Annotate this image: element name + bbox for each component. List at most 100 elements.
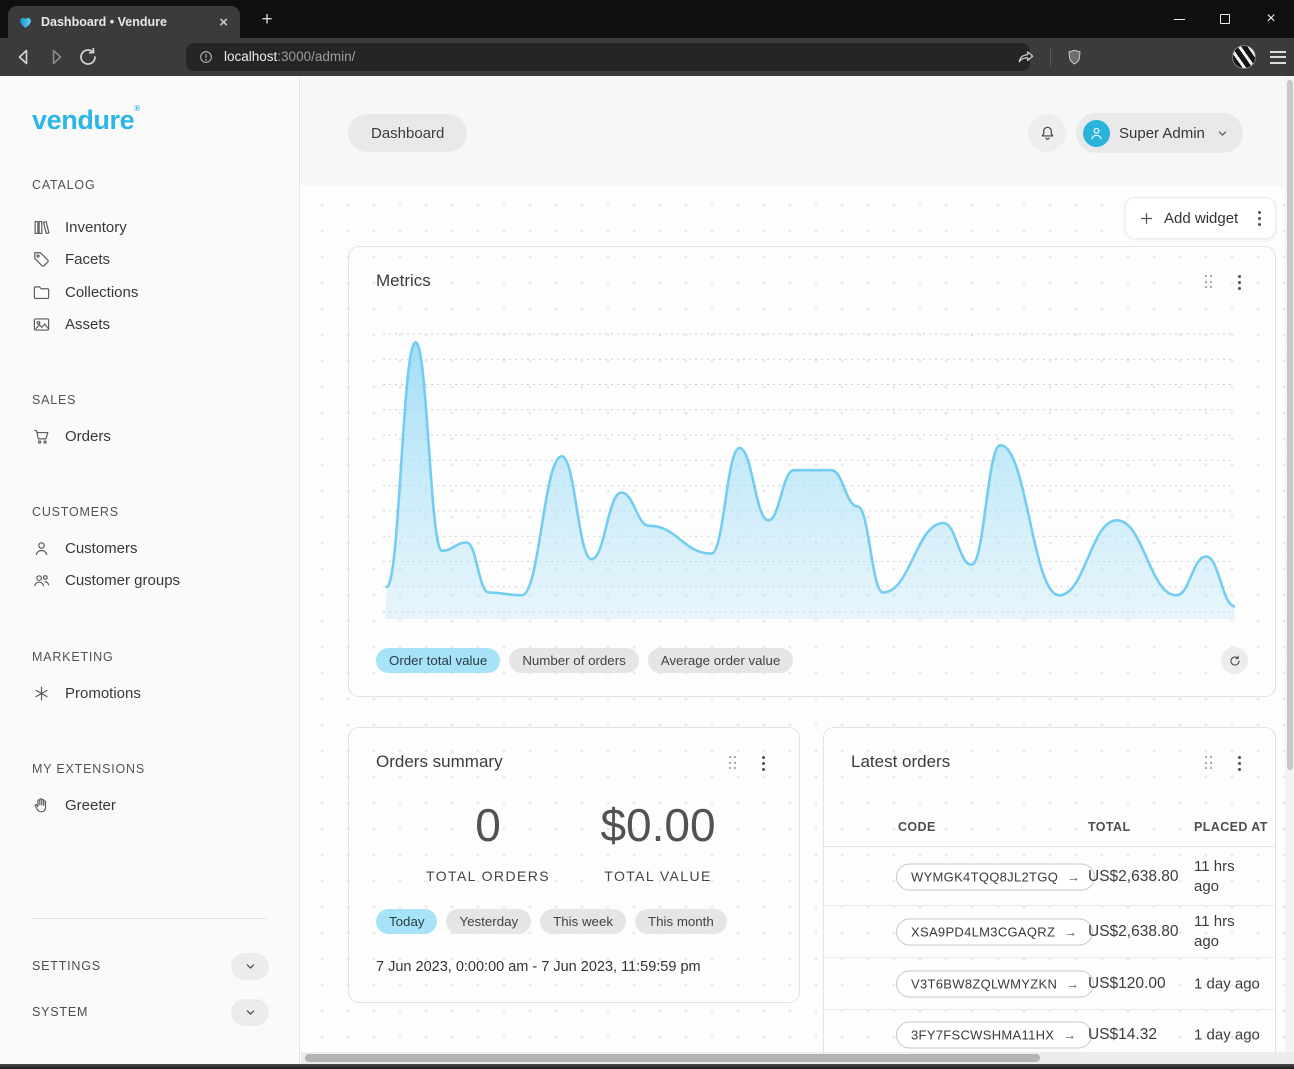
logo-mark: ® bbox=[134, 104, 140, 113]
table-row: WYMGK4TQQ8JL2TGQ→ US$2,638.80 11 hrs ago bbox=[824, 848, 1275, 906]
order-placed-at: 11 hrs ago bbox=[1194, 911, 1256, 952]
drag-handle-icon[interactable] bbox=[1205, 275, 1214, 289]
order-code-link[interactable]: 3FY7FSCWSHMA11HX→ bbox=[896, 1021, 1092, 1048]
sidebar-item-label: Assets bbox=[65, 316, 110, 333]
back-icon[interactable] bbox=[12, 45, 36, 69]
widget-menu-icon[interactable] bbox=[1236, 273, 1243, 292]
tag-icon bbox=[32, 250, 51, 269]
sidebar-item-collections[interactable]: Collections bbox=[0, 276, 299, 308]
widget-title: Latest orders bbox=[851, 752, 950, 772]
drag-handle-icon[interactable] bbox=[1205, 756, 1214, 770]
chevron-down-icon bbox=[243, 1005, 258, 1020]
system-expand-button[interactable] bbox=[231, 999, 269, 1026]
vendure-logo[interactable]: vendure® bbox=[32, 104, 140, 136]
sidebar-section-customers: CUSTOMERS bbox=[32, 505, 119, 519]
sidebar-item-orders[interactable]: Orders bbox=[0, 420, 299, 452]
vendure-favicon-icon bbox=[18, 15, 33, 30]
metrics-widget: Metrics Order total value Number of orde… bbox=[348, 246, 1276, 697]
widget-title: Metrics bbox=[376, 271, 431, 291]
order-code-link[interactable]: XSA9PD4LM3CGAQRZ→ bbox=[896, 918, 1093, 945]
sidebar-item-inventory[interactable]: Inventory bbox=[0, 211, 299, 243]
refresh-button[interactable] bbox=[1221, 647, 1248, 674]
stat-total-value: $0.00 TOTAL VALUE bbox=[558, 798, 758, 884]
browser-tab[interactable]: Dashboard • Vendure × bbox=[8, 6, 240, 38]
window-close-button[interactable]: × bbox=[1248, 0, 1294, 38]
sidebar-item-facets[interactable]: Facets bbox=[0, 243, 299, 275]
user-menu[interactable]: Super Admin bbox=[1076, 113, 1243, 153]
widget-menu-icon[interactable] bbox=[760, 754, 767, 773]
users-icon bbox=[32, 571, 51, 590]
horizontal-scrollbar-thumb[interactable] bbox=[305, 1054, 1040, 1062]
close-icon: × bbox=[1266, 11, 1275, 27]
arrow-right-icon: → bbox=[1067, 869, 1080, 884]
url-bar[interactable]: localhost:3000/admin/ bbox=[186, 43, 1030, 71]
asterisk-icon bbox=[32, 684, 51, 703]
new-tab-button[interactable]: + bbox=[256, 9, 278, 31]
notifications-button[interactable] bbox=[1028, 114, 1066, 152]
folder-icon bbox=[32, 283, 51, 302]
brave-shield-icon[interactable] bbox=[1065, 48, 1084, 67]
arrow-right-icon: → bbox=[1063, 1027, 1076, 1042]
breadcrumb[interactable]: Dashboard bbox=[348, 114, 467, 152]
window-bottom-edge bbox=[0, 1064, 1294, 1069]
settings-expand-button[interactable] bbox=[231, 953, 269, 980]
hand-icon bbox=[32, 796, 51, 815]
widget-menu-icon[interactable] bbox=[1236, 754, 1243, 773]
vertical-scrollbar-thumb[interactable] bbox=[1287, 80, 1293, 770]
tab-order-total-value[interactable]: Order total value bbox=[376, 648, 500, 673]
table-row: 3FY7FSCWSHMA11HX→ US$14.32 1 day ago bbox=[824, 1010, 1275, 1052]
reload-icon[interactable] bbox=[76, 45, 100, 69]
chevron-down-icon bbox=[1215, 126, 1230, 141]
sidebar-item-label: Customers bbox=[65, 540, 138, 557]
url-path: :3000/admin/ bbox=[277, 49, 355, 64]
add-widget-button[interactable]: Add widget bbox=[1125, 197, 1276, 239]
drag-handle-icon[interactable] bbox=[729, 756, 738, 770]
browser-window: Dashboard • Vendure × + × localhost:3000… bbox=[0, 0, 1294, 1069]
window-minimize-button[interactable] bbox=[1156, 0, 1202, 38]
tab-average-order-value[interactable]: Average order value bbox=[648, 648, 794, 673]
sidebar-item-assets[interactable]: Assets bbox=[0, 308, 299, 340]
widget-title: Orders summary bbox=[376, 752, 503, 772]
dashboard-content: Add widget Metrics Order total value bbox=[301, 186, 1285, 1052]
stat-label: TOTAL VALUE bbox=[558, 868, 758, 884]
tab-number-of-orders[interactable]: Number of orders bbox=[509, 648, 638, 673]
order-total: US$14.32 bbox=[1088, 1026, 1157, 1044]
sidebar-item-label: Promotions bbox=[65, 685, 141, 702]
vertical-scrollbar bbox=[1285, 76, 1294, 1052]
range-this-month[interactable]: This month bbox=[635, 909, 727, 934]
site-info-icon[interactable] bbox=[198, 49, 214, 65]
order-code-link[interactable]: V3T6BW8ZQLWMYZKN→ bbox=[896, 970, 1094, 997]
url-host: localhost bbox=[224, 49, 277, 64]
window-maximize-button[interactable] bbox=[1202, 0, 1248, 38]
minimize-icon bbox=[1174, 19, 1185, 20]
range-yesterday[interactable]: Yesterday bbox=[446, 909, 531, 934]
sidebar-item-promotions[interactable]: Promotions bbox=[0, 677, 299, 709]
browser-profile-avatar[interactable] bbox=[1232, 45, 1256, 69]
sidebar-item-label: Greeter bbox=[65, 797, 116, 814]
order-code-link[interactable]: WYMGK4TQQ8JL2TGQ→ bbox=[896, 863, 1095, 890]
sidebar-section-system[interactable]: SYSTEM bbox=[0, 996, 299, 1028]
share-icon[interactable] bbox=[1016, 47, 1036, 67]
sidebar-section-settings[interactable]: SETTINGS bbox=[0, 950, 299, 982]
page-header: Dashboard Super Admin bbox=[301, 76, 1285, 186]
sidebar-item-customer-groups[interactable]: Customer groups bbox=[0, 564, 299, 596]
orders-summary-widget: Orders summary 0 TOTAL ORDERS $0.00 TOTA… bbox=[348, 727, 800, 1003]
sidebar-item-greeter[interactable]: Greeter bbox=[0, 789, 299, 821]
period-text: 7 Jun 2023, 0:00:00 am - 7 Jun 2023, 11:… bbox=[376, 959, 701, 975]
sidebar-item-customers[interactable]: Customers bbox=[0, 532, 299, 564]
add-widget-menu-icon[interactable] bbox=[1256, 209, 1263, 228]
sidebar-section-sales: SALES bbox=[32, 393, 76, 407]
tab-close-icon[interactable]: × bbox=[217, 15, 230, 30]
forward-icon[interactable] bbox=[44, 45, 68, 69]
refresh-icon bbox=[1228, 654, 1242, 668]
tab-title: Dashboard • Vendure bbox=[41, 15, 209, 29]
table-header: CODE TOTAL PLACED AT bbox=[824, 820, 1276, 847]
browser-menu-icon[interactable] bbox=[1270, 51, 1286, 64]
column-placed-at: PLACED AT bbox=[1194, 820, 1268, 834]
range-this-week[interactable]: This week bbox=[540, 909, 626, 934]
range-today[interactable]: Today bbox=[376, 909, 437, 934]
sidebar-divider bbox=[32, 918, 267, 919]
plus-icon bbox=[1138, 210, 1155, 227]
user-icon bbox=[32, 539, 51, 558]
sidebar-item-label: Collections bbox=[65, 284, 138, 301]
